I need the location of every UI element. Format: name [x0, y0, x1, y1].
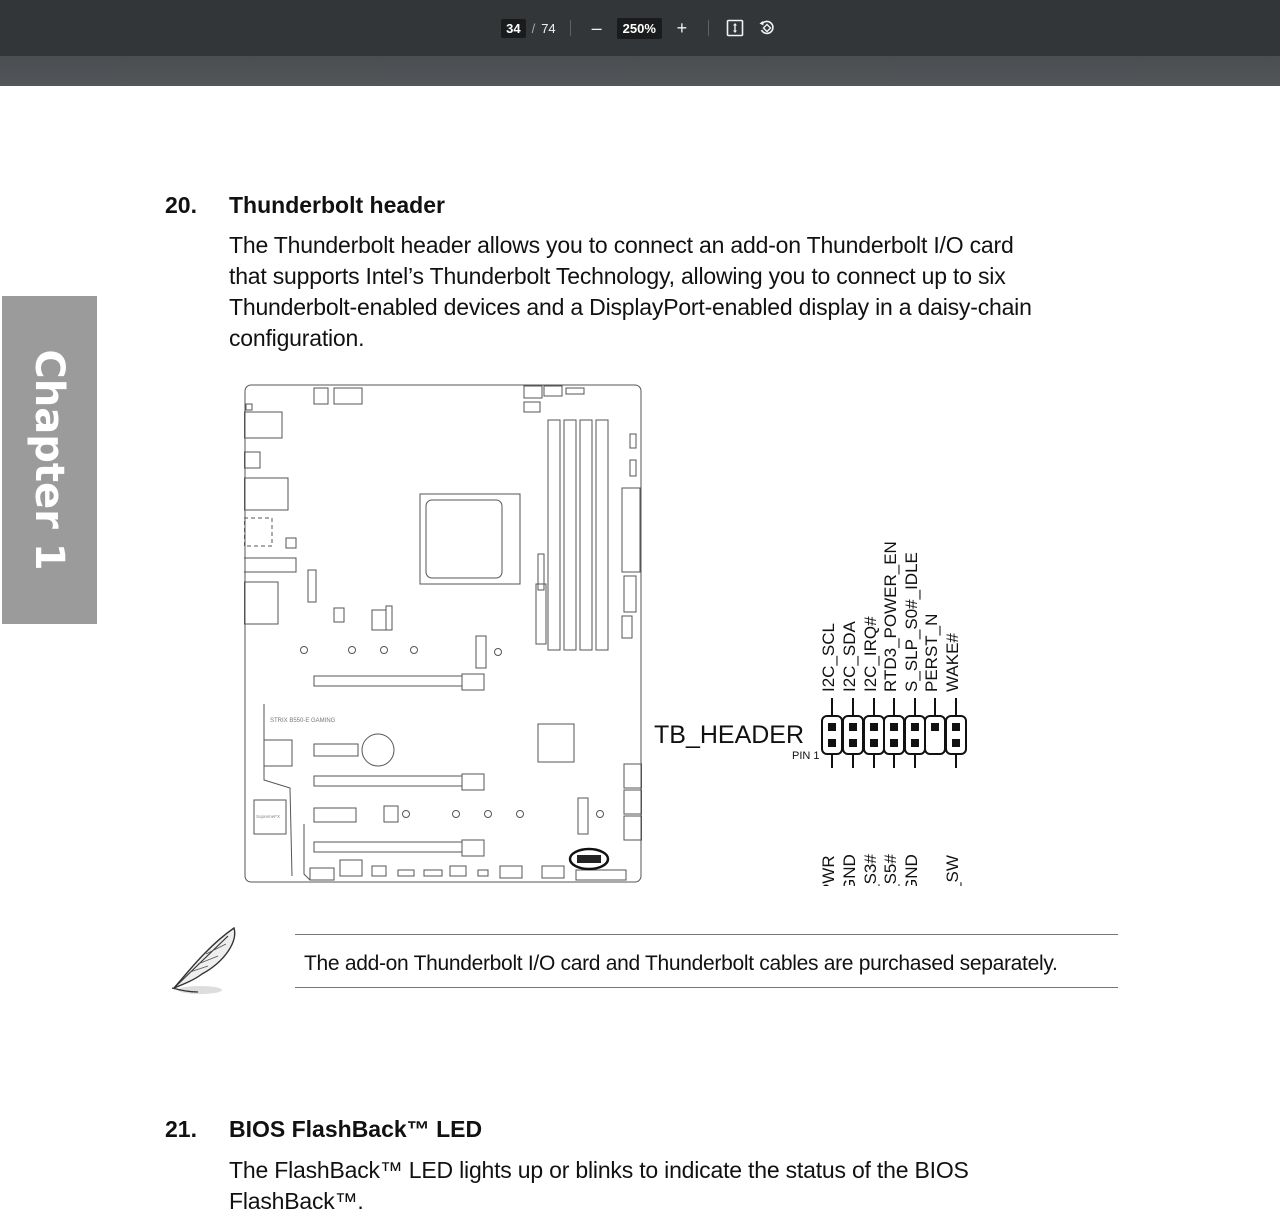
pin-label-bottom: SLP_S5#	[881, 854, 900, 886]
pin-label-bottom: GND	[902, 854, 921, 886]
pdf-toolbar: 34 / 74 – 250% +	[0, 0, 1280, 56]
toolbar-divider	[569, 20, 571, 36]
paragraph-line: configuration.	[229, 325, 365, 351]
section-paragraph: The FlashBack™ LED lights up or blinks t…	[229, 1155, 1089, 1217]
pin-label-top: I2C_SCL	[819, 623, 838, 692]
motherboard-diagram: STRIX B550-E GAMING SupremeFX	[244, 384, 642, 883]
paragraph-line: Thunderbolt-enabled devices and a Displa…	[229, 294, 1032, 320]
note-bottom-rule	[295, 987, 1118, 988]
rotate-icon[interactable]	[755, 16, 779, 40]
page-indicator: 34 / 74	[501, 18, 556, 38]
chapter-tab-label: Chapter 1	[26, 349, 72, 571]
pin-label-bottom: SLP_S3#	[861, 854, 880, 886]
pin-label-bottom: FORCE_PWR	[819, 855, 838, 886]
feather-note-icon	[171, 926, 236, 994]
section-title: BIOS FlashBack™ LED	[229, 1116, 483, 1142]
fit-to-page-icon[interactable]	[723, 16, 747, 40]
pin-label-top: S_SLP_S0#_IDLE	[902, 552, 921, 692]
page-separator: /	[531, 20, 536, 36]
chapter-tab: Chapter 1	[2, 296, 97, 624]
board-model-label: STRIX B550-E GAMING	[270, 718, 336, 724]
paragraph-line: The Thunderbolt header allows you to con…	[229, 232, 1014, 258]
pin1-label: PIN 1	[792, 750, 820, 762]
pin-label-top: I2C_SDA	[840, 620, 859, 692]
document-page: Chapter 1 20. Thunderbolt header The Thu…	[2, 86, 1280, 1214]
section-number: 20.	[165, 192, 197, 218]
pin-label-top: PERST_N	[922, 614, 941, 692]
paragraph-line: FlashBack™.	[229, 1188, 364, 1214]
tb-header-location	[577, 855, 601, 863]
current-page-input[interactable]: 34	[501, 18, 526, 38]
pin-label-top: WAKE#	[943, 633, 962, 692]
tb-header-label: TB_HEADER	[654, 721, 804, 749]
toolbar-backdrop	[0, 56, 1280, 86]
zoom-in-button[interactable]: +	[670, 16, 694, 40]
pin-label-top: I2C_IRQ#	[861, 616, 880, 692]
section-title: Thunderbolt header	[229, 192, 445, 218]
note-top-rule	[295, 934, 1118, 935]
total-pages: 74	[541, 20, 556, 36]
pin-label-bottom: RTD3_SW	[943, 855, 962, 886]
section-number: 21.	[165, 1116, 197, 1142]
zoom-out-button[interactable]: –	[585, 16, 609, 40]
pin-label-bottom: GND	[840, 854, 859, 886]
zoom-level-input[interactable]: 250%	[616, 17, 662, 39]
audio-chip-label: SupremeFX	[256, 814, 280, 819]
paragraph-line: that supports Intel’s Thunderbolt Techno…	[229, 263, 1006, 289]
note-text: The add-on Thunderbolt I/O card and Thun…	[304, 952, 1058, 975]
paragraph-line: The FlashBack™ LED lights up or blinks t…	[229, 1157, 969, 1183]
section-paragraph: The Thunderbolt header allows you to con…	[229, 230, 1089, 354]
pin-label-top: RTD3_POWER_EN	[881, 541, 900, 692]
tb-header-pinout: TB_HEADER PIN 1 I2C_SCL I2C_SDA I2C_IRQ#…	[654, 541, 967, 886]
toolbar-divider	[707, 20, 709, 36]
